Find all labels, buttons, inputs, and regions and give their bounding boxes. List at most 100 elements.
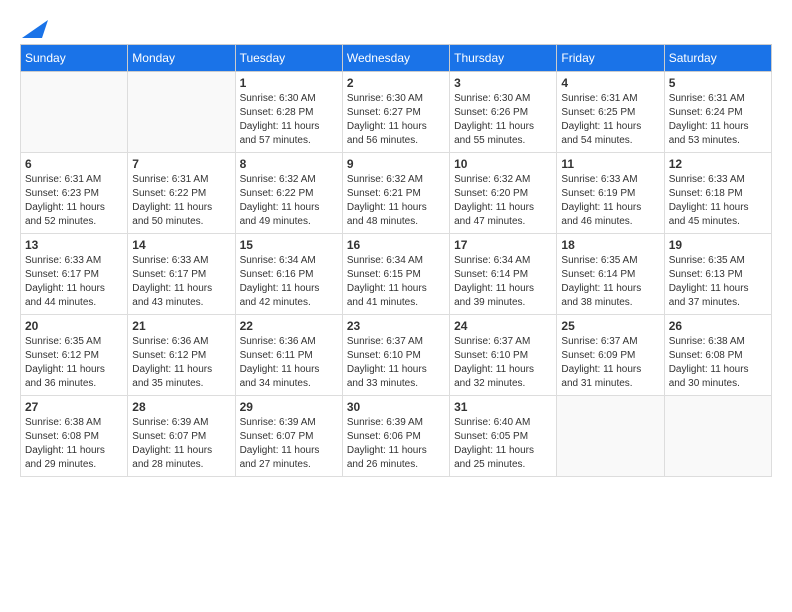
day-info: Sunrise: 6:32 AM Sunset: 6:21 PM Dayligh… xyxy=(347,173,445,229)
day-number: 4 xyxy=(561,76,659,90)
day-number: 15 xyxy=(240,238,338,252)
day-number: 18 xyxy=(561,238,659,252)
day-info: Sunrise: 6:40 AM Sunset: 6:05 PM Dayligh… xyxy=(454,416,552,472)
day-info: Sunrise: 6:33 AM Sunset: 6:17 PM Dayligh… xyxy=(132,254,230,310)
weekday-header-thursday: Thursday xyxy=(450,45,557,72)
day-number: 20 xyxy=(25,319,123,333)
day-info: Sunrise: 6:39 AM Sunset: 6:06 PM Dayligh… xyxy=(347,416,445,472)
day-info: Sunrise: 6:30 AM Sunset: 6:26 PM Dayligh… xyxy=(454,92,552,148)
calendar-cell: 19 Sunrise: 6:35 AM Sunset: 6:13 PM Dayli… xyxy=(664,234,771,315)
day-info: Sunrise: 6:31 AM Sunset: 6:24 PM Dayligh… xyxy=(669,92,767,148)
day-number: 23 xyxy=(347,319,445,333)
day-info: Sunrise: 6:35 AM Sunset: 6:12 PM Dayligh… xyxy=(25,335,123,391)
calendar-cell: 1 Sunrise: 6:30 AM Sunset: 6:28 PM Daylig… xyxy=(235,72,342,153)
day-info: Sunrise: 6:36 AM Sunset: 6:11 PM Dayligh… xyxy=(240,335,338,391)
day-info: Sunrise: 6:39 AM Sunset: 6:07 PM Dayligh… xyxy=(132,416,230,472)
calendar-header-row: SundayMondayTuesdayWednesdayThursdayFrid… xyxy=(21,45,772,72)
day-number: 27 xyxy=(25,400,123,414)
calendar-week-row: 27 Sunrise: 6:38 AM Sunset: 6:08 PM Dayli… xyxy=(21,396,772,477)
calendar-cell: 15 Sunrise: 6:34 AM Sunset: 6:16 PM Dayli… xyxy=(235,234,342,315)
day-info: Sunrise: 6:37 AM Sunset: 6:10 PM Dayligh… xyxy=(454,335,552,391)
day-info: Sunrise: 6:37 AM Sunset: 6:09 PM Dayligh… xyxy=(561,335,659,391)
weekday-header-friday: Friday xyxy=(557,45,664,72)
calendar-cell: 2 Sunrise: 6:30 AM Sunset: 6:27 PM Daylig… xyxy=(342,72,449,153)
logo-bird-icon xyxy=(22,20,48,38)
calendar-cell: 9 Sunrise: 6:32 AM Sunset: 6:21 PM Daylig… xyxy=(342,153,449,234)
day-info: Sunrise: 6:32 AM Sunset: 6:22 PM Dayligh… xyxy=(240,173,338,229)
day-info: Sunrise: 6:32 AM Sunset: 6:20 PM Dayligh… xyxy=(454,173,552,229)
calendar-cell: 17 Sunrise: 6:34 AM Sunset: 6:14 PM Dayli… xyxy=(450,234,557,315)
calendar-cell: 4 Sunrise: 6:31 AM Sunset: 6:25 PM Daylig… xyxy=(557,72,664,153)
day-info: Sunrise: 6:37 AM Sunset: 6:10 PM Dayligh… xyxy=(347,335,445,391)
calendar-cell: 26 Sunrise: 6:38 AM Sunset: 6:08 PM Dayli… xyxy=(664,315,771,396)
day-number: 13 xyxy=(25,238,123,252)
calendar-cell: 22 Sunrise: 6:36 AM Sunset: 6:11 PM Dayli… xyxy=(235,315,342,396)
day-info: Sunrise: 6:34 AM Sunset: 6:14 PM Dayligh… xyxy=(454,254,552,310)
calendar-cell xyxy=(557,396,664,477)
day-number: 17 xyxy=(454,238,552,252)
day-number: 9 xyxy=(347,157,445,171)
day-info: Sunrise: 6:36 AM Sunset: 6:12 PM Dayligh… xyxy=(132,335,230,391)
calendar-cell: 7 Sunrise: 6:31 AM Sunset: 6:22 PM Daylig… xyxy=(128,153,235,234)
day-number: 6 xyxy=(25,157,123,171)
calendar-week-row: 13 Sunrise: 6:33 AM Sunset: 6:17 PM Dayli… xyxy=(21,234,772,315)
day-number: 29 xyxy=(240,400,338,414)
day-number: 22 xyxy=(240,319,338,333)
day-info: Sunrise: 6:31 AM Sunset: 6:22 PM Dayligh… xyxy=(132,173,230,229)
day-number: 16 xyxy=(347,238,445,252)
calendar-cell: 10 Sunrise: 6:32 AM Sunset: 6:20 PM Dayli… xyxy=(450,153,557,234)
day-number: 10 xyxy=(454,157,552,171)
day-info: Sunrise: 6:38 AM Sunset: 6:08 PM Dayligh… xyxy=(669,335,767,391)
day-info: Sunrise: 6:34 AM Sunset: 6:16 PM Dayligh… xyxy=(240,254,338,310)
calendar-week-row: 1 Sunrise: 6:30 AM Sunset: 6:28 PM Daylig… xyxy=(21,72,772,153)
calendar-cell: 11Sunrise: 6:33 AM Sunset: 6:19 PM Dayli… xyxy=(557,153,664,234)
calendar-cell: 8 Sunrise: 6:32 AM Sunset: 6:22 PM Daylig… xyxy=(235,153,342,234)
day-info: Sunrise: 6:35 AM Sunset: 6:14 PM Dayligh… xyxy=(561,254,659,310)
calendar-cell: 13 Sunrise: 6:33 AM Sunset: 6:17 PM Dayli… xyxy=(21,234,128,315)
day-info: Sunrise: 6:31 AM Sunset: 6:23 PM Dayligh… xyxy=(25,173,123,229)
day-number: 2 xyxy=(347,76,445,90)
calendar-cell: 21Sunrise: 6:36 AM Sunset: 6:12 PM Dayli… xyxy=(128,315,235,396)
day-number: 26 xyxy=(669,319,767,333)
calendar-week-row: 20 Sunrise: 6:35 AM Sunset: 6:12 PM Dayli… xyxy=(21,315,772,396)
day-number: 3 xyxy=(454,76,552,90)
day-number: 14 xyxy=(132,238,230,252)
calendar-cell xyxy=(21,72,128,153)
calendar-cell: 18 Sunrise: 6:35 AM Sunset: 6:14 PM Dayli… xyxy=(557,234,664,315)
calendar-cell: 27 Sunrise: 6:38 AM Sunset: 6:08 PM Dayli… xyxy=(21,396,128,477)
page-header xyxy=(20,20,772,34)
calendar-cell: 5 Sunrise: 6:31 AM Sunset: 6:24 PM Daylig… xyxy=(664,72,771,153)
weekday-header-sunday: Sunday xyxy=(21,45,128,72)
day-info: Sunrise: 6:30 AM Sunset: 6:28 PM Dayligh… xyxy=(240,92,338,148)
calendar-cell: 12 Sunrise: 6:33 AM Sunset: 6:18 PM Dayli… xyxy=(664,153,771,234)
calendar-cell: 29 Sunrise: 6:39 AM Sunset: 6:07 PM Dayli… xyxy=(235,396,342,477)
day-info: Sunrise: 6:39 AM Sunset: 6:07 PM Dayligh… xyxy=(240,416,338,472)
day-number: 25 xyxy=(561,319,659,333)
day-info: Sunrise: 6:34 AM Sunset: 6:15 PM Dayligh… xyxy=(347,254,445,310)
day-number: 28 xyxy=(132,400,230,414)
day-info: Sunrise: 6:33 AM Sunset: 6:18 PM Dayligh… xyxy=(669,173,767,229)
day-number: 7 xyxy=(132,157,230,171)
calendar-cell: 6 Sunrise: 6:31 AM Sunset: 6:23 PM Daylig… xyxy=(21,153,128,234)
day-info: Sunrise: 6:33 AM Sunset: 6:17 PM Dayligh… xyxy=(25,254,123,310)
weekday-header-tuesday: Tuesday xyxy=(235,45,342,72)
day-info: Sunrise: 6:31 AM Sunset: 6:25 PM Dayligh… xyxy=(561,92,659,148)
day-number: 12 xyxy=(669,157,767,171)
day-info: Sunrise: 6:30 AM Sunset: 6:27 PM Dayligh… xyxy=(347,92,445,148)
calendar-cell: 20 Sunrise: 6:35 AM Sunset: 6:12 PM Dayli… xyxy=(21,315,128,396)
day-number: 19 xyxy=(669,238,767,252)
day-info: Sunrise: 6:38 AM Sunset: 6:08 PM Dayligh… xyxy=(25,416,123,472)
calendar-cell: 16 Sunrise: 6:34 AM Sunset: 6:15 PM Dayli… xyxy=(342,234,449,315)
day-number: 5 xyxy=(669,76,767,90)
calendar-cell: 14 Sunrise: 6:33 AM Sunset: 6:17 PM Dayli… xyxy=(128,234,235,315)
calendar-cell: 25 Sunrise: 6:37 AM Sunset: 6:09 PM Dayli… xyxy=(557,315,664,396)
day-number: 8 xyxy=(240,157,338,171)
calendar-cell: 24Sunrise: 6:37 AM Sunset: 6:10 PM Dayli… xyxy=(450,315,557,396)
calendar-cell xyxy=(128,72,235,153)
calendar-week-row: 6 Sunrise: 6:31 AM Sunset: 6:23 PM Daylig… xyxy=(21,153,772,234)
day-info: Sunrise: 6:35 AM Sunset: 6:13 PM Dayligh… xyxy=(669,254,767,310)
calendar-table: SundayMondayTuesdayWednesdayThursdayFrid… xyxy=(20,44,772,477)
day-info: Sunrise: 6:33 AM Sunset: 6:19 PM Dayligh… xyxy=(561,173,659,229)
weekday-header-saturday: Saturday xyxy=(664,45,771,72)
day-number: 1 xyxy=(240,76,338,90)
